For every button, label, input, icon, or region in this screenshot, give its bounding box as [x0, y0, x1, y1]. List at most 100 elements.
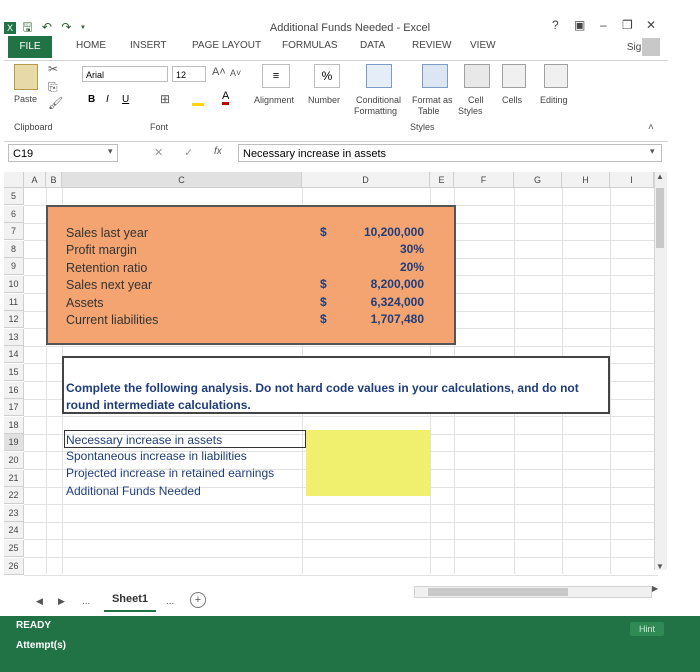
row-header[interactable]: 7	[4, 223, 24, 240]
row-header[interactable]: 18	[4, 417, 24, 434]
shrink-font-icon[interactable]: A˅	[230, 68, 241, 78]
value-assets[interactable]: 6,324,000	[324, 295, 424, 309]
scroll-up-icon[interactable]: ▲	[656, 172, 664, 181]
font-name-select[interactable]: Arial	[82, 66, 168, 82]
font-color-icon[interactable]: A	[222, 90, 230, 105]
name-box[interactable]: C19	[8, 144, 118, 162]
paste-button[interactable]: Paste	[14, 94, 37, 104]
grow-font-icon[interactable]: A˄	[212, 66, 226, 78]
row-header[interactable]: 21	[4, 470, 24, 487]
expand-formula-icon[interactable]: ▾	[650, 146, 655, 157]
insert-function-button[interactable]: fx	[214, 146, 222, 157]
cells-icon[interactable]	[502, 64, 526, 88]
row-header[interactable]: 16	[4, 382, 24, 399]
label-projected-increase-in-retained-earnings[interactable]: Projected increase in retained earnings	[66, 466, 274, 480]
select-all-corner[interactable]	[4, 172, 24, 188]
alignment-icon[interactable]: ≡	[262, 64, 290, 88]
column-header-c[interactable]: C	[62, 172, 302, 188]
page-break-view-icon[interactable]	[502, 602, 516, 614]
ribbon-display-icon[interactable]: ▣	[574, 18, 585, 32]
tab-formulas[interactable]: FORMULAS	[282, 40, 338, 51]
label-necessary-increase-in-assets[interactable]: Necessary increase in assets	[66, 433, 222, 447]
format-painter-icon[interactable]: 🖌	[48, 96, 63, 110]
fill-color-icon[interactable]	[192, 93, 204, 106]
zoom-slider-thumb[interactable]	[574, 602, 577, 612]
row-header[interactable]: 17	[4, 399, 24, 416]
value-sales-last-year[interactable]: 10,200,000	[324, 225, 424, 239]
minimize-button[interactable]: –	[600, 18, 607, 32]
value-current-liabilities[interactable]: 1,707,480	[324, 312, 424, 326]
row-header[interactable]: 24	[4, 522, 24, 539]
number-button[interactable]: Number	[308, 95, 340, 105]
alignment-button[interactable]: Alignment	[254, 95, 294, 105]
column-header-g[interactable]: G	[514, 172, 562, 188]
close-button[interactable]: ✕	[646, 18, 656, 32]
number-format-icon[interactable]: %	[314, 64, 340, 88]
row-header[interactable]: 6	[4, 206, 24, 223]
enter-icon[interactable]: ✓	[184, 146, 193, 159]
tab-file[interactable]: FILE	[8, 36, 52, 58]
editing-button[interactable]: Editing	[540, 95, 568, 105]
row-header[interactable]: 12	[4, 311, 24, 328]
row-header[interactable]: 20	[4, 452, 24, 469]
format-as-table-button[interactable]: Format as	[412, 95, 453, 105]
restore-button[interactable]: ❐	[622, 18, 633, 32]
row-header[interactable]: 22	[4, 487, 24, 504]
zoom-level[interactable]: 100%	[642, 602, 665, 612]
tab-insert[interactable]: INSERT	[130, 40, 167, 51]
italic-button[interactable]: I	[106, 94, 109, 105]
format-as-table-icon[interactable]	[422, 64, 448, 88]
column-header-i[interactable]: I	[610, 172, 654, 188]
value-sales-next-year[interactable]: 8,200,000	[324, 277, 424, 291]
column-header-f[interactable]: F	[454, 172, 514, 188]
label-additional-funds-needed[interactable]: Additional Funds Needed	[66, 484, 201, 498]
label-spontaneous-increase-in-liabilities[interactable]: Spontaneous increase in liabilities	[66, 449, 247, 463]
editing-icon[interactable]	[544, 64, 568, 88]
conditional-formatting-button[interactable]: Conditional	[356, 95, 401, 105]
answer-input-cells[interactable]	[306, 430, 430, 496]
tab-data[interactable]: DATA	[360, 40, 385, 51]
paste-icon[interactable]	[14, 64, 38, 90]
add-sheet-button[interactable]: +	[190, 592, 206, 608]
hint-button[interactable]: Hint	[630, 622, 664, 636]
column-header-h[interactable]: H	[562, 172, 610, 188]
column-header-a[interactable]: A	[24, 172, 46, 188]
row-header[interactable]: 19	[4, 434, 24, 451]
cells-button[interactable]: Cells	[502, 95, 522, 105]
tab-review[interactable]: REVIEW	[412, 40, 451, 51]
cell-styles-button[interactable]: Cell	[468, 95, 484, 105]
cut-icon[interactable]: ✂	[48, 62, 58, 76]
value-retention-ratio[interactable]: 20%	[324, 260, 424, 274]
column-header-e[interactable]: E	[430, 172, 454, 188]
row-header[interactable]: 9	[4, 258, 24, 275]
collapse-ribbon-icon[interactable]: ˄	[648, 122, 654, 133]
underline-button[interactable]: U	[122, 94, 129, 105]
vertical-scroll-thumb[interactable]	[656, 188, 664, 248]
tab-view[interactable]: VIEW	[470, 40, 496, 51]
bold-button[interactable]: B	[88, 94, 95, 105]
row-header[interactable]: 25	[4, 540, 24, 557]
sheet-overflow-right[interactable]: ...	[166, 596, 174, 607]
column-header-b[interactable]: B	[46, 172, 62, 188]
cell-styles-icon[interactable]	[464, 64, 490, 88]
tab-home[interactable]: HOME	[76, 40, 106, 51]
borders-icon[interactable]: ⊞	[160, 92, 170, 106]
scroll-right-icon[interactable]: ▶	[652, 584, 658, 593]
row-header[interactable]: 13	[4, 329, 24, 346]
name-box-dropdown-icon[interactable]: ▾	[108, 146, 113, 157]
prev-sheet-icon[interactable]: ◀	[36, 596, 43, 607]
scroll-down-icon[interactable]: ▼	[656, 562, 664, 571]
row-header[interactable]: 10	[4, 276, 24, 293]
horizontal-scroll-thumb[interactable]	[428, 588, 568, 596]
copy-icon[interactable]: ⎘	[48, 80, 58, 95]
row-header[interactable]: 15	[4, 364, 24, 381]
column-header-d[interactable]: D	[302, 172, 430, 188]
conditional-formatting-icon[interactable]	[366, 64, 392, 88]
font-size-select[interactable]: 12	[172, 66, 206, 82]
formula-input[interactable]: Necessary increase in assets	[238, 144, 662, 162]
avatar-icon[interactable]	[642, 38, 660, 56]
row-header[interactable]: 14	[4, 346, 24, 363]
help-button[interactable]: ?	[552, 18, 559, 32]
zoom-in-icon[interactable]: +	[622, 600, 628, 612]
next-sheet-icon[interactable]: ▶	[58, 596, 65, 607]
